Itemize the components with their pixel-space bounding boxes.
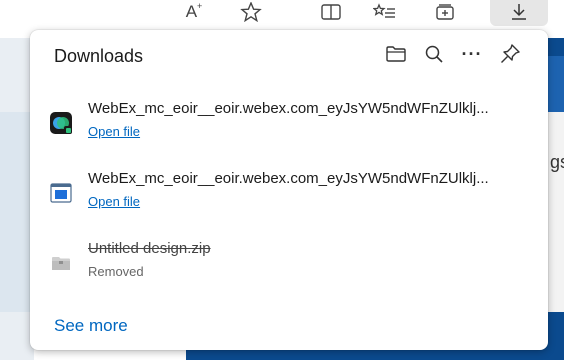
download-item[interactable]: WebEx_mc_eoir__eoir.webex.com_eyJsYW5ndW… [30, 166, 548, 228]
download-file-name: WebEx_mc_eoir__eoir.webex.com_eyJsYW5ndW… [88, 170, 489, 187]
split-screen-icon[interactable] [316, 0, 346, 24]
downloads-flyout: Downloads ··· WebEx_mc_eoir__eoir.webex.… [30, 30, 548, 350]
pin-icon[interactable] [498, 42, 522, 66]
webex-app-icon [50, 112, 72, 134]
favorite-star-icon[interactable] [236, 0, 266, 24]
downloads-actions: ··· [384, 42, 522, 66]
download-status: Removed [88, 264, 144, 279]
more-options-glyph: ··· [461, 43, 483, 64]
open-file-link[interactable]: Open file [88, 124, 140, 139]
download-item[interactable]: WebEx_mc_eoir__eoir.webex.com_eyJsYW5ndW… [30, 96, 548, 158]
see-more-link[interactable]: See more [54, 316, 128, 336]
more-options-icon[interactable]: ··· [460, 42, 484, 66]
download-file-name: WebEx_mc_eoir__eoir.webex.com_eyJsYW5ndW… [88, 100, 489, 117]
zip-archive-icon [50, 252, 72, 274]
installer-window-icon [50, 182, 72, 204]
font-size-glyph: A [185, 2, 198, 21]
browser-toolbar: A + [0, 0, 564, 30]
download-file-name: Untitled design.zip [88, 240, 211, 257]
open-file-link[interactable]: Open file [88, 194, 140, 209]
favorites-list-icon[interactable] [370, 0, 400, 24]
downloads-title: Downloads [54, 46, 144, 66]
font-size-icon[interactable]: A + [180, 0, 208, 24]
search-icon[interactable] [422, 42, 446, 66]
page-partial-heading: gs [550, 152, 564, 172]
page-left-strip [0, 112, 34, 312]
open-folder-icon[interactable] [384, 42, 408, 66]
collections-icon[interactable] [430, 0, 460, 24]
download-item[interactable]: Untitled design.zip Removed [30, 236, 548, 298]
downloads-icon[interactable] [504, 0, 534, 24]
